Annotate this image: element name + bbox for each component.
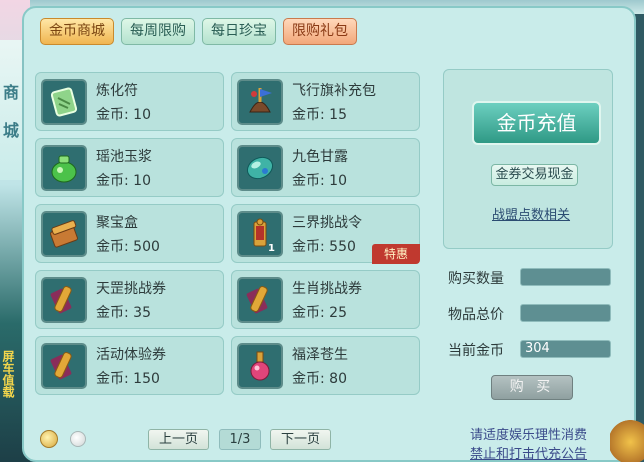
item-price: 金币: 15 [292,107,347,123]
item-price: 金币: 10 [292,173,347,189]
item-name: 生肖挑战券 [292,281,362,297]
tab-weekly-limit[interactable]: 每周限购 [121,18,195,45]
item-price: 金币: 500 [96,239,160,255]
item-grid: 炼化符 金币: 10 飞行旗补充包 金币: 15 瑶池玉浆 金币: 10 九色甘… [35,72,423,395]
tab-daily-treasure[interactable]: 每日珍宝 [202,18,276,45]
coupon-trade-button[interactable]: 金券交易现金 [491,164,578,186]
prev-page-button[interactable]: 上一页 [148,429,210,450]
scroll-ticket-icon [41,343,87,389]
alliance-points-link[interactable]: 战盟点数相关 [492,204,570,223]
item-name: 天罡挑战券 [96,281,166,297]
item-price: 金币: 10 [96,173,151,189]
shop-item[interactable]: 生肖挑战券 金币: 25 [231,270,420,329]
coin-zoom-icon[interactable] [40,430,58,448]
shop-item[interactable]: 1 三界挑战令 金币: 550 特惠 [231,204,420,264]
item-price: 金币: 80 [292,371,347,387]
notice-line-2[interactable]: 禁止和打击代充公告 [470,443,587,462]
page-indicator: 1/3 [219,429,261,450]
side-title-tab: 商 城 [0,40,24,180]
item-price: 金币: 150 [96,371,160,387]
flag-pouch-icon [237,79,283,125]
shop-item[interactable]: 炼化符 金币: 10 [35,72,224,131]
item-name: 聚宝盒 [96,215,138,231]
item-name: 福泽苍生 [292,347,348,363]
side-title-char: 城 [2,121,19,140]
notice-line-1: 请适度娱乐理性消费 [470,428,588,443]
buy-button[interactable]: 购 买 [491,375,573,400]
item-count: 1 [268,243,275,254]
item-name: 瑶池玉浆 [96,149,152,165]
next-page-button[interactable]: 下一页 [270,429,332,450]
item-price: 金币: 10 [96,107,151,123]
total-price-label: 物品总价 [448,307,504,323]
ornament-icon [610,412,644,462]
tab-gold-shop[interactable]: 金币商城 [40,18,114,45]
gold-recharge-button[interactable]: 金币充值 [472,101,601,145]
jade-jar-icon [41,145,87,191]
shop-item[interactable]: 福泽苍生 金币: 80 [231,336,420,395]
side-deco-text: 屏车值载 [1,350,15,398]
item-name: 飞行旗补充包 [292,83,376,99]
quantity-input[interactable] [520,268,611,286]
shop-item[interactable]: 九色甘露 金币: 10 [231,138,420,197]
discount-badge: 特惠 [372,244,420,264]
item-price: 金币: 35 [96,305,151,321]
scroll-ticket-icon [237,277,283,323]
item-name: 九色甘露 [292,149,348,165]
balance-field: 304 [520,340,611,358]
scroll-ticket-icon [41,277,87,323]
item-price: 金币: 550 [292,239,356,255]
shop-tabs: 金币商城 每周限购 每日珍宝 限购礼包 [40,18,357,45]
item-name: 活动体验券 [96,347,166,363]
potion-bottle-icon [237,343,283,389]
item-name: 炼化符 [96,83,138,99]
treasure-box-icon [41,211,87,257]
balance-label: 当前金币 [448,343,504,359]
quantity-label: 购买数量 [448,271,504,287]
tab-limited-gift[interactable]: 限购礼包 [283,18,357,45]
total-price-field [520,304,611,322]
shop-item[interactable]: 活动体验券 金币: 150 [35,336,224,395]
shop-item[interactable]: 瑶池玉浆 金币: 10 [35,138,224,197]
side-title-char: 商 [2,83,19,102]
dew-gem-icon [237,145,283,191]
scroll-charm-icon [41,79,87,125]
shop-item[interactable]: 飞行旗补充包 金币: 15 [231,72,420,131]
challenge-token-icon [237,211,283,257]
pearl-icon[interactable] [70,431,86,447]
item-name: 三界挑战令 [292,215,362,231]
item-price: 金币: 25 [292,305,347,321]
shop-item[interactable]: 聚宝盒 金币: 500 [35,204,224,263]
shop-item[interactable]: 天罡挑战券 金币: 35 [35,270,224,329]
